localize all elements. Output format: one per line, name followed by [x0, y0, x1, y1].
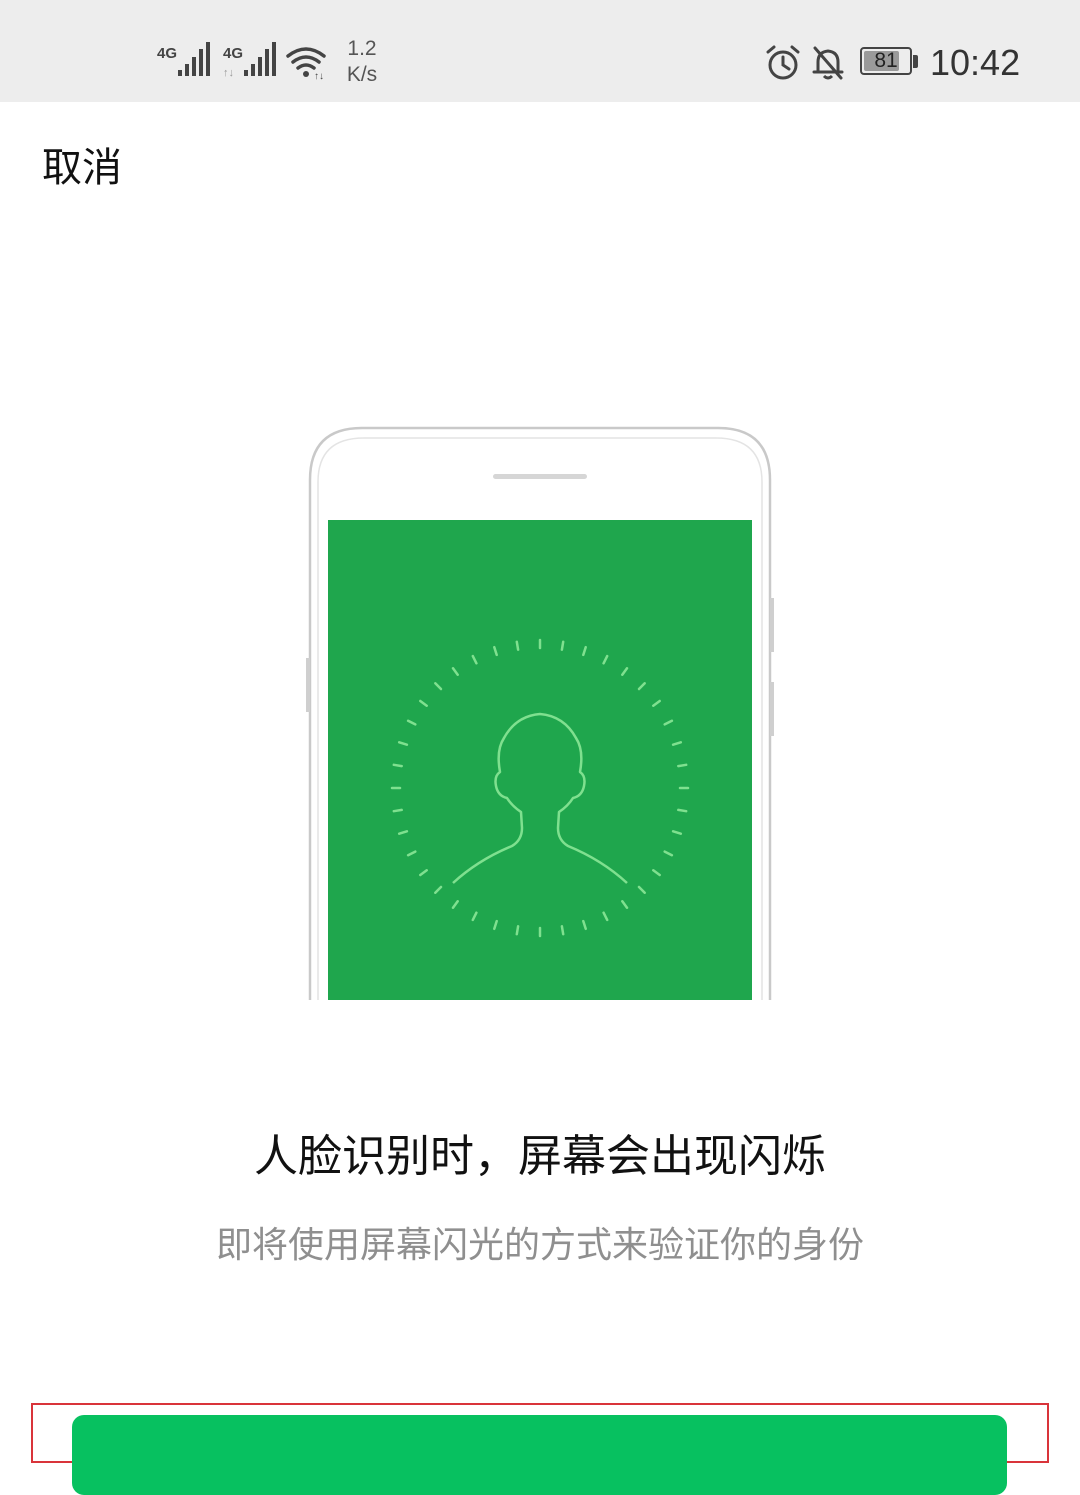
scan-ring-tick	[392, 763, 403, 768]
battery-level: 81	[874, 49, 898, 72]
network-type-label: 4G	[223, 45, 243, 62]
start-verification-button[interactable]	[72, 1415, 1007, 1495]
alarm-icon	[766, 45, 800, 80]
network-speed: 1.2 K/s	[340, 36, 384, 88]
svg-text:↑↓: ↑↓	[314, 71, 324, 82]
bell-muted-icon	[812, 46, 844, 80]
status-bar: 4G 4G ↑↓ ↑↓ 1.2 K/s 81 10:42	[0, 0, 1080, 102]
scan-ring-tick	[515, 640, 520, 651]
face-recognition-phone-icon	[306, 426, 774, 1000]
network-speed-value: 1.2	[347, 37, 377, 60]
network-speed-unit: K/s	[346, 63, 378, 86]
network-type-label: 4G	[157, 45, 177, 62]
subline: 即将使用屏幕闪光的方式来验证你的身份	[215, 1225, 864, 1266]
signal-icon: 4G ↑↓	[223, 42, 276, 79]
cancel-button[interactable]: 取消	[42, 140, 122, 196]
scan-ring-tick	[392, 808, 403, 813]
battery-cap	[913, 55, 918, 68]
wifi-icon: ↑↓	[286, 47, 326, 82]
scan-ring-tick	[560, 925, 565, 936]
battery-icon: 81	[860, 47, 912, 75]
svg-text:↑↓: ↑↓	[223, 67, 234, 79]
scan-ring-tick	[560, 640, 565, 651]
headline: 人脸识别时，屏幕会出现闪烁	[254, 1131, 826, 1182]
scan-ring-tick	[515, 925, 520, 936]
scan-ring-tick	[677, 763, 688, 768]
clock: 10:42	[930, 42, 1021, 83]
signal-icon: 4G	[157, 42, 210, 76]
scan-ring-tick	[677, 808, 688, 813]
